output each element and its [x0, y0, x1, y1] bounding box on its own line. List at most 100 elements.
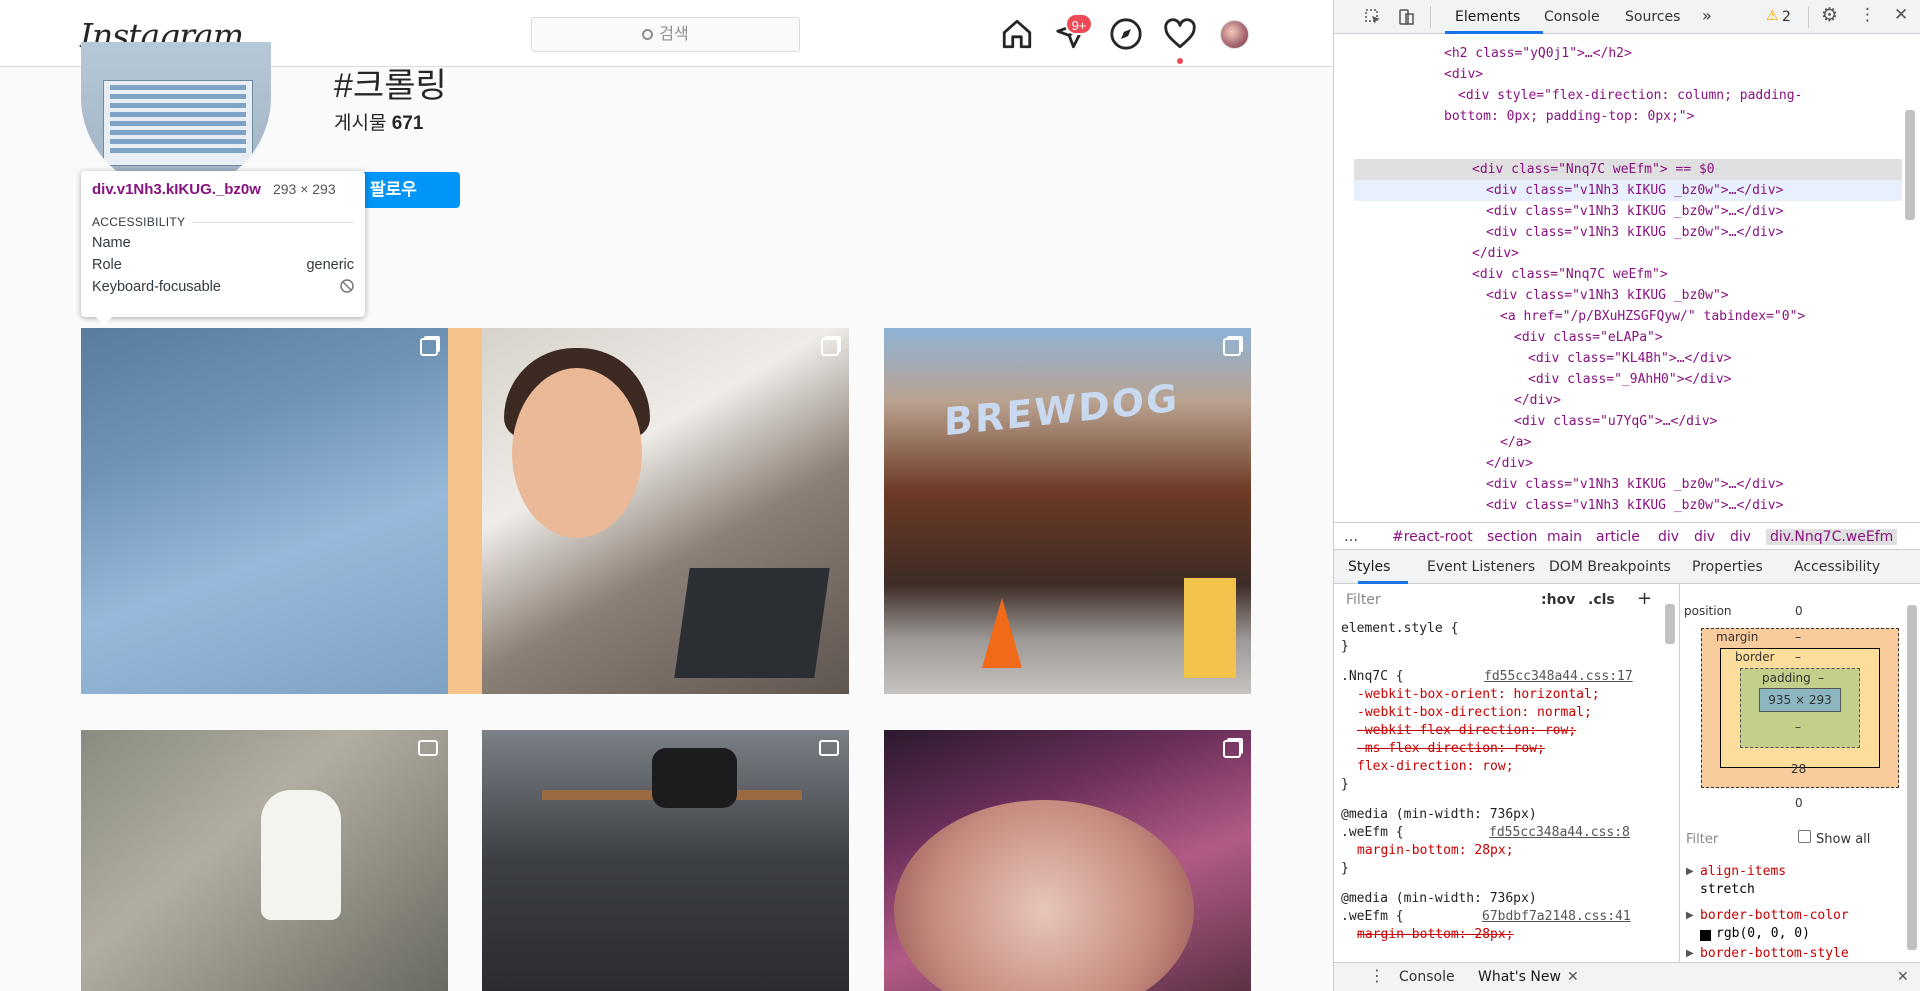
breadcrumb-item[interactable]: div: [1730, 529, 1751, 545]
css-declaration[interactable]: -webkit-box-orient: horizontal;: [1357, 686, 1600, 704]
css-declaration-overridden[interactable]: -webkit-flex-direction: row;: [1357, 722, 1576, 740]
inspect-element-icon[interactable]: [1364, 8, 1382, 26]
tab-event-listeners[interactable]: Event Listeners: [1427, 559, 1535, 575]
more-options-icon[interactable]: ⋮: [1859, 5, 1876, 25]
breadcrumb-item[interactable]: main: [1547, 529, 1582, 545]
styles-scrollbar[interactable]: [1665, 604, 1675, 644]
breadcrumb-item[interactable]: article: [1596, 529, 1640, 545]
expand-arrow-icon[interactable]: ▶: [1686, 948, 1694, 959]
rule-source-link[interactable]: fd55cc348a44.css:17: [1484, 669, 1633, 684]
show-all-checkbox[interactable]: [1798, 830, 1811, 843]
new-rule-button[interactable]: +: [1637, 588, 1652, 609]
post-tile[interactable]: [884, 730, 1251, 991]
breadcrumb-item[interactable]: #react-root: [1392, 529, 1473, 545]
color-swatch[interactable]: [1700, 930, 1711, 941]
post-tile[interactable]: [482, 730, 849, 991]
dom-node[interactable]: <div class="u7YqG">…</div>: [1514, 411, 1718, 432]
breadcrumb-item[interactable]: …: [1344, 529, 1358, 545]
border-top-value[interactable]: –: [1795, 650, 1801, 664]
css-declaration[interactable]: flex-direction: row;: [1357, 758, 1514, 776]
dom-node[interactable]: </div>: [1472, 243, 1519, 264]
drawer-tab-console[interactable]: Console: [1399, 969, 1455, 985]
close-devtools-icon[interactable]: ✕: [1894, 5, 1908, 25]
dom-node[interactable]: <div class="KL4Bh">…</div>: [1528, 348, 1732, 369]
tab-dom-breakpoints[interactable]: DOM Breakpoints: [1549, 559, 1671, 575]
activity-heart-icon[interactable]: [1163, 17, 1197, 51]
rule-selector[interactable]: .weEfm {: [1341, 908, 1404, 926]
post-tile[interactable]: [81, 328, 448, 694]
rule-selector[interactable]: element.style {: [1341, 620, 1458, 638]
dom-scrollbar[interactable]: [1905, 110, 1915, 220]
dom-node[interactable]: <div class="v1Nh3 kIKUG _bz0w">…</div>: [1486, 495, 1783, 516]
tab-sources[interactable]: Sources: [1625, 9, 1680, 25]
css-declaration[interactable]: -webkit-box-direction: normal;: [1357, 704, 1592, 722]
computed-filter-input[interactable]: Filter: [1686, 832, 1718, 847]
dom-node[interactable]: <div class="v1Nh3 kIKUG _bz0w">…</div>: [1486, 201, 1783, 222]
dom-node[interactable]: </div>: [1514, 390, 1561, 411]
dom-node-link[interactable]: <a href="/p/BXuHZSGFQyw/" tabindex="0">: [1500, 306, 1805, 327]
more-tabs-button[interactable]: »: [1702, 6, 1712, 25]
dom-node[interactable]: <div class="v1Nh3 kIKUG _bz0w">…</div>: [1486, 222, 1783, 243]
settings-gear-icon[interactable]: ⚙: [1821, 4, 1838, 26]
content-size[interactable]: 935 × 293: [1759, 688, 1841, 712]
dom-node[interactable]: <div class="_9AhH0"></div>: [1528, 369, 1732, 390]
drawer-tab-whats-new[interactable]: What's New: [1478, 969, 1561, 985]
breadcrumb-item[interactable]: div: [1658, 529, 1679, 545]
rule-source-link[interactable]: 67bdbf7a2148.css:41: [1482, 909, 1631, 924]
padding-top-value[interactable]: –: [1818, 671, 1824, 685]
rule-source-link[interactable]: fd55cc348a44.css:8: [1489, 825, 1630, 840]
search-input[interactable]: 검색: [531, 17, 800, 52]
dom-node[interactable]: </div>: [1486, 453, 1533, 474]
warning-count[interactable]: 2: [1782, 9, 1791, 25]
post-tile[interactable]: BREWDOG: [884, 328, 1251, 694]
rule-selector[interactable]: .Nnq7C {: [1341, 668, 1404, 686]
styles-filter-input[interactable]: Filter: [1346, 592, 1381, 608]
hover-state-toggle[interactable]: :hov: [1541, 592, 1575, 608]
dom-node[interactable]: <h2 class="yQ0j1">…</h2>: [1444, 43, 1632, 64]
border-bottom-value[interactable]: –: [1795, 740, 1801, 754]
computed-property[interactable]: border-bottom-color: [1700, 908, 1849, 923]
css-declaration-overridden[interactable]: margin-bottom: 28px;: [1357, 926, 1514, 944]
dom-node[interactable]: <div>: [1444, 64, 1483, 85]
dom-node[interactable]: <div class="v1Nh3 kIKUG _bz0w">…</div>: [1486, 180, 1783, 201]
dom-node[interactable]: <div style="flex-direction: column; padd…: [1458, 85, 1802, 106]
close-drawer-icon[interactable]: ✕: [1897, 969, 1909, 985]
dom-node[interactable]: </a>: [1500, 432, 1531, 453]
follow-button[interactable]: 팔로우: [350, 172, 460, 208]
drawer-menu-icon[interactable]: ⋮: [1369, 966, 1385, 985]
breadcrumb-item[interactable]: section: [1487, 529, 1537, 545]
margin-bottom-value[interactable]: 28: [1791, 762, 1806, 776]
computed-property[interactable]: align-items: [1700, 864, 1786, 879]
close-tab-icon[interactable]: ✕: [1567, 969, 1579, 985]
tab-elements[interactable]: Elements: [1455, 9, 1520, 25]
computed-scrollbar[interactable]: [1907, 605, 1917, 950]
margin-top-value[interactable]: –: [1795, 630, 1801, 644]
tab-accessibility[interactable]: Accessibility: [1794, 559, 1880, 575]
rule-selector[interactable]: .weEfm {: [1341, 824, 1404, 842]
expand-arrow-icon[interactable]: ▶: [1686, 910, 1694, 921]
breadcrumb-item[interactable]: div: [1694, 529, 1715, 545]
tab-properties[interactable]: Properties: [1692, 559, 1763, 575]
profile-avatar[interactable]: [1220, 20, 1249, 49]
device-toolbar-icon[interactable]: [1397, 8, 1415, 26]
css-declaration[interactable]: margin-bottom: 28px;: [1357, 842, 1514, 860]
explore-compass-icon[interactable]: [1109, 17, 1143, 51]
tab-console[interactable]: Console: [1544, 9, 1600, 25]
dom-node-selected[interactable]: <div class="Nnq7C weEfm"> == $0: [1472, 159, 1715, 180]
post-tile[interactable]: [482, 328, 849, 694]
post-tile[interactable]: [81, 730, 448, 991]
dom-node[interactable]: <div class="v1Nh3 kIKUG _bz0w">: [1486, 285, 1729, 306]
dom-node[interactable]: bottom: 0px; padding-top: 0px;">: [1444, 106, 1694, 127]
computed-property[interactable]: border-bottom-style: [1700, 946, 1849, 960]
home-icon[interactable]: [1000, 17, 1034, 51]
dom-node[interactable]: <div class="Nnq7C weEfm">: [1472, 264, 1668, 285]
css-declaration-overridden[interactable]: -ms-flex-direction: row;: [1357, 740, 1545, 758]
class-toggle[interactable]: .cls: [1588, 592, 1615, 608]
expand-arrow-icon[interactable]: ▶: [1686, 866, 1694, 877]
dom-node[interactable]: <div class="eLAPa">: [1514, 327, 1663, 348]
dom-node[interactable]: <div class="v1Nh3 kIKUG _bz0w">…</div>: [1486, 474, 1783, 495]
media-query: @media (min-width: 736px): [1341, 891, 1537, 906]
tab-styles[interactable]: Styles: [1348, 559, 1390, 575]
padding-bottom-value[interactable]: –: [1795, 720, 1801, 734]
breadcrumb-item-current[interactable]: div.Nnq7C.weEfm: [1766, 529, 1898, 545]
